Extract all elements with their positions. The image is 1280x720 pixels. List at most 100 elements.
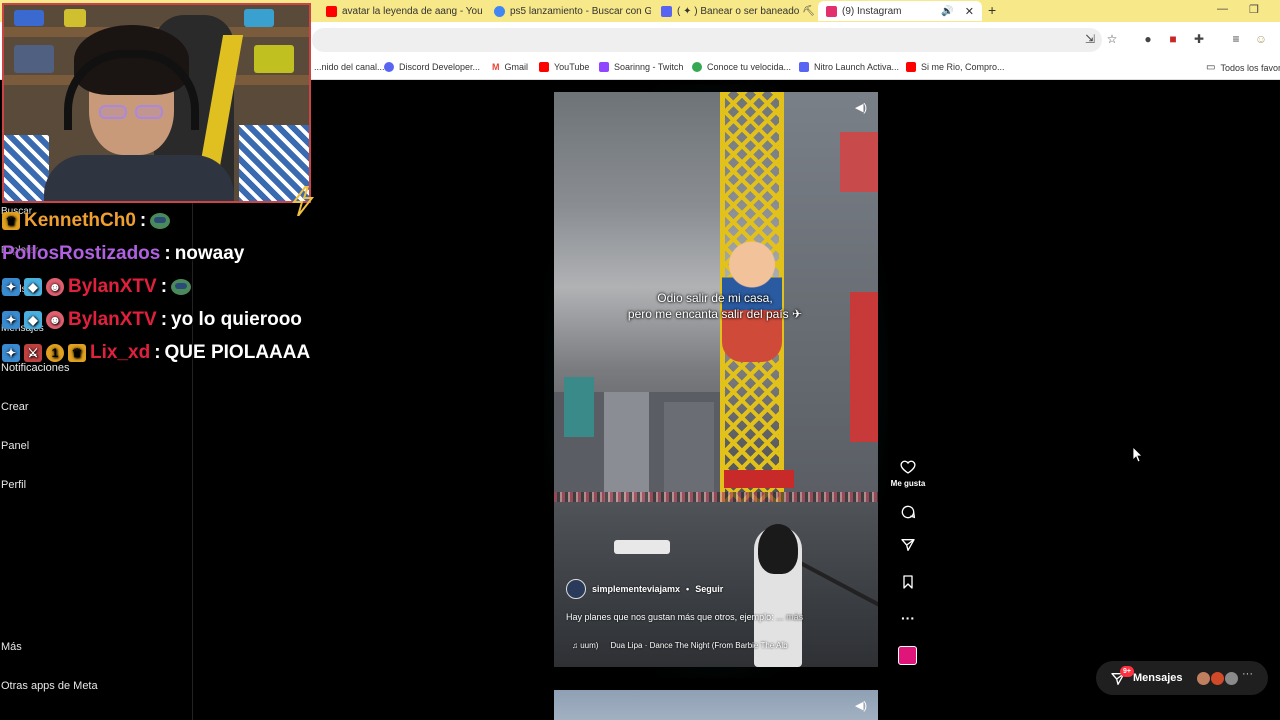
bookmark-item[interactable]: Soarinng - Twitch bbox=[599, 62, 683, 72]
building bbox=[664, 402, 714, 502]
don-quijote-sign bbox=[724, 470, 794, 488]
bookmark-item[interactable]: ...nido del canal... bbox=[314, 62, 385, 72]
speaker-icon[interactable]: 🔊 bbox=[941, 6, 953, 17]
bookmark-item[interactable]: Nitro Launch Activa... bbox=[799, 62, 899, 72]
reel-audio[interactable]: ♫ uum) Dua Lipa · Dance The Night (From … bbox=[572, 641, 788, 650]
crown-badge-icon: ♛ bbox=[2, 212, 20, 230]
person-hair bbox=[758, 524, 798, 574]
chat-message: PollosRostizados : nowaay bbox=[2, 241, 244, 267]
restore-icon[interactable]: ❐ bbox=[1249, 3, 1259, 16]
volume-icon[interactable]: ◀) bbox=[852, 101, 870, 117]
more-link[interactable]: ... más bbox=[776, 612, 803, 622]
chat-username: BylanXTV bbox=[68, 309, 157, 330]
avatar bbox=[1210, 671, 1225, 686]
share-button[interactable] bbox=[898, 535, 918, 555]
menu-icon[interactable]: ≡ bbox=[1229, 32, 1243, 46]
star-icon[interactable]: ☆ bbox=[1105, 32, 1119, 46]
reel-author-row: simplementeviajamx • Seguir bbox=[566, 579, 723, 599]
reel-username[interactable]: simplementeviajamx bbox=[592, 584, 680, 594]
instagram-icon bbox=[826, 5, 837, 17]
chat-separator: : bbox=[139, 210, 147, 231]
bookmark-item[interactable]: YouTube bbox=[539, 62, 589, 72]
comment-button[interactable] bbox=[898, 502, 918, 522]
chat-message: ✦ ⚔ 1 ♛ Lix_xd : QUE PIOLAAAA bbox=[2, 340, 310, 366]
cube-badge-icon: ◆ bbox=[24, 278, 42, 296]
cube-badge-icon: ◆ bbox=[24, 311, 42, 329]
glasses bbox=[99, 105, 165, 121]
comment-icon bbox=[901, 505, 916, 519]
chat-username: PollosRostizados bbox=[2, 243, 161, 264]
chat-message: ✦ ◆ ☻ BylanXTV : yo lo quierooo bbox=[2, 307, 302, 333]
screen: avatar la leyenda de aang - You ✕ ps5 la… bbox=[0, 0, 1280, 720]
install-app-icon[interactable]: ⇲ bbox=[1083, 32, 1097, 46]
pepe-emote-icon bbox=[171, 279, 192, 295]
profile-avatar[interactable]: ☺ bbox=[1254, 32, 1268, 46]
bookmark-label: Discord Developer... bbox=[399, 62, 481, 72]
send-icon bbox=[901, 539, 915, 551]
chat-text: yo lo quierooo bbox=[171, 309, 302, 330]
next-reel-preview[interactable] bbox=[554, 690, 878, 720]
avatar[interactable] bbox=[566, 579, 586, 599]
pepe-emote-icon bbox=[150, 213, 171, 229]
bookmark-label: YouTube bbox=[554, 62, 590, 72]
tab-title: (9) Instagram bbox=[842, 5, 902, 17]
bookmark-label: Conoce tu velocida... bbox=[707, 62, 792, 72]
sign bbox=[850, 292, 878, 442]
tab-title: avatar la leyenda de aang - You bbox=[342, 5, 482, 17]
bookmark-item[interactable]: ▭ Todos los favor bbox=[1206, 62, 1280, 73]
youtube-icon bbox=[539, 62, 549, 72]
sidebar-item-perfil[interactable]: Perfil bbox=[1, 479, 26, 491]
discord-icon bbox=[384, 62, 394, 72]
tab-google[interactable]: ps5 lanzamiento - Buscar con G ✕ bbox=[486, 1, 651, 21]
bookmark-item[interactable]: Si me Rio, Compro... bbox=[906, 62, 1005, 72]
bookmark-item[interactable]: M Gmail bbox=[492, 62, 528, 72]
lightning-icon bbox=[292, 186, 315, 216]
shelf-figure bbox=[244, 9, 274, 27]
bed bbox=[4, 135, 49, 201]
chat-separator: : bbox=[154, 342, 161, 363]
bookmark-item[interactable]: Discord Developer... bbox=[384, 62, 480, 72]
chat-username: Lix_xd bbox=[90, 342, 151, 363]
twitch-icon bbox=[599, 62, 609, 72]
bookmark-item[interactable]: Conoce tu velocida... bbox=[692, 62, 791, 72]
chat-message: ♛ KennethCh0 : bbox=[2, 208, 171, 234]
audio-thumbnail[interactable] bbox=[898, 646, 917, 665]
audio-track: Dua Lipa · Dance The Night (From Barbie … bbox=[610, 641, 788, 650]
heart-icon bbox=[900, 460, 916, 474]
volume-icon[interactable]: ◀) bbox=[852, 699, 870, 715]
bookmark-label: Nitro Launch Activa... bbox=[814, 62, 900, 72]
chat-separator: : bbox=[160, 309, 168, 330]
address-bar[interactable] bbox=[312, 28, 1102, 52]
speed-icon bbox=[692, 62, 702, 72]
minimize-icon[interactable]: — bbox=[1217, 3, 1228, 15]
sword-badge-icon: ⚔ bbox=[24, 344, 42, 362]
sidebar-item-meta-apps[interactable]: Otras apps de Meta bbox=[1, 680, 98, 692]
bookmark-label: Soarinng - Twitch bbox=[614, 62, 684, 72]
reel-caption-line1: Odio salir de mi casa, bbox=[657, 291, 773, 305]
puzzle-icon[interactable]: ✚ bbox=[1192, 32, 1206, 46]
chat-text: QUE PIOLAAAA bbox=[164, 342, 311, 363]
close-icon[interactable]: ✕ bbox=[965, 5, 974, 18]
face-badge-icon: ☻ bbox=[46, 311, 64, 329]
follow-button[interactable]: Seguir bbox=[695, 584, 723, 594]
messages-pill[interactable]: 9+ Mensajes ··· bbox=[1096, 661, 1268, 695]
like-button[interactable] bbox=[898, 457, 918, 477]
tab-discord[interactable]: ( ✦ ) Banear o ser baneado ⛏ ✕ bbox=[653, 1, 816, 21]
sidebar-item-crear[interactable]: Crear bbox=[1, 401, 29, 413]
extension-icon[interactable]: ● bbox=[1141, 32, 1155, 46]
sidebar-item-panel[interactable]: Panel bbox=[1, 440, 29, 452]
save-button[interactable] bbox=[898, 572, 918, 592]
chat-separator: : bbox=[160, 276, 168, 297]
bookmark-label: Todos los favor bbox=[1220, 62, 1280, 73]
tab-youtube[interactable]: avatar la leyenda de aang - You ✕ bbox=[318, 1, 482, 21]
tab-instagram[interactable]: (9) Instagram 🔊 ✕ bbox=[818, 1, 982, 21]
badge-icon: ✦ bbox=[2, 311, 20, 329]
more-options-icon[interactable]: ··· bbox=[898, 608, 918, 628]
nitro-icon bbox=[799, 62, 809, 72]
crown-badge-icon: ♛ bbox=[68, 344, 86, 362]
extension-red-icon[interactable]: ■ bbox=[1166, 32, 1180, 46]
bookmark-label: Si me Rio, Compro... bbox=[921, 62, 1005, 72]
like-label: Me gusta bbox=[890, 479, 926, 488]
new-tab-button[interactable]: + bbox=[988, 2, 996, 18]
sidebar-item-mas[interactable]: Más bbox=[1, 641, 22, 653]
